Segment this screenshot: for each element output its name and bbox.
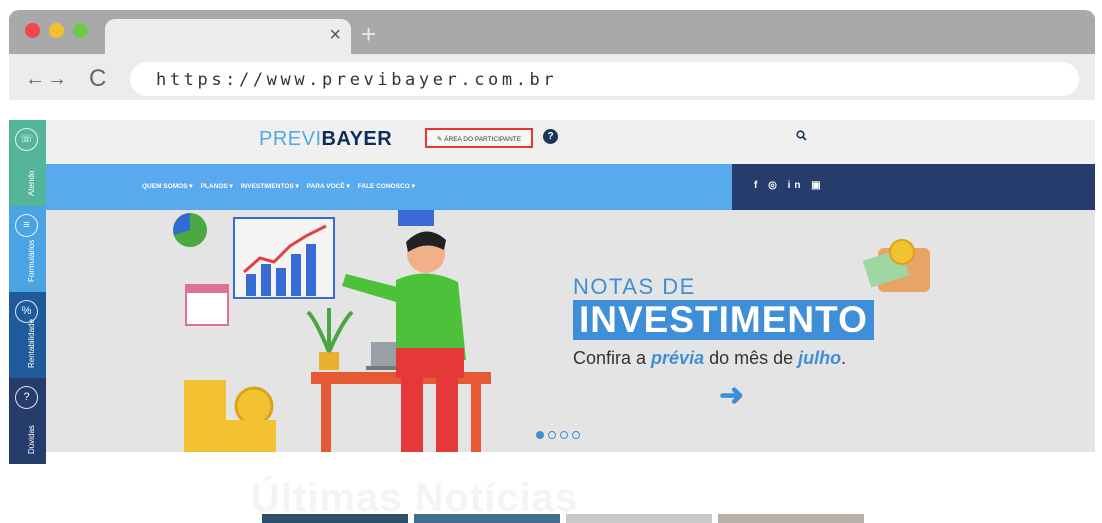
subtitle-part1: Confira a [573, 348, 652, 368]
logo-part2: BAYER [321, 128, 393, 150]
sidebar-item-label: Formulários [27, 239, 36, 282]
hero-banner[interactable]: NOTAS DE INVESTIMENTO Confira a prévia d… [46, 210, 1095, 452]
hero-illustration [173, 210, 930, 452]
hero-line2: INVESTIMENTO [573, 300, 874, 340]
browser-window: × + ←→ C https://www.previbayer.com.br [9, 10, 1095, 100]
subtitle-part3: . [841, 348, 847, 368]
news-thumbnail[interactable] [414, 514, 560, 523]
url-text[interactable]: https://www.previbayer.com.br [156, 70, 557, 90]
side-menu: ☏ Atendo ≡ Formulários % Rentabilidade ?… [9, 120, 46, 464]
nav-item-quem-somos[interactable]: QUEM SOMOS ▾ [142, 182, 193, 190]
nav-menu: QUEM SOMOS ▾ PLANOS ▾ INVESTIMENTOS ▾ PA… [142, 182, 415, 190]
site-header: PREVIBAYER ✎ ÁREA DO PARTICIPANTE ? [46, 120, 1095, 166]
carousel-dot[interactable] [548, 431, 556, 439]
sidebar-item-label: Rentabilidade [27, 319, 36, 368]
logo-part1: PREVI [259, 128, 322, 150]
subtitle-emphasis1: prévia [651, 348, 705, 368]
maximize-window-button[interactable] [73, 23, 88, 38]
arrow-right-icon[interactable]: ➜ [719, 378, 744, 413]
browser-tab[interactable]: × [105, 19, 351, 54]
subtitle-part2: do mês de [704, 348, 799, 368]
sidebar-item-rentabilidade[interactable]: % Rentabilidade [9, 292, 46, 378]
main-nav: QUEM SOMOS ▾ PLANOS ▾ INVESTIMENTOS ▾ PA… [46, 164, 1095, 210]
hero-text: NOTAS DE INVESTIMENTO Confira a prévia d… [573, 274, 874, 369]
news-thumbnail[interactable] [566, 514, 712, 523]
web-page: ☏ Atendo ≡ Formulários % Rentabilidade ?… [9, 100, 1095, 523]
sidebar-item-duvidas[interactable]: ? Dúvidas [9, 378, 46, 464]
close-tab-icon[interactable]: × [329, 24, 341, 46]
question-icon: ? [15, 386, 38, 409]
close-window-button[interactable] [25, 23, 40, 38]
sidebar-item-label: Atendo [27, 170, 36, 196]
carousel-dot[interactable] [536, 431, 544, 439]
form-icon: ≡ [15, 214, 38, 237]
search-icon[interactable] [796, 129, 807, 144]
carousel-dot[interactable] [572, 431, 580, 439]
nav-item-investimentos[interactable]: INVESTIMENTOS ▾ [241, 182, 299, 190]
hero-line1: NOTAS DE [573, 274, 696, 299]
sidebar-item-label: Dúvidas [27, 425, 36, 454]
news-thumbnails [262, 514, 864, 523]
reload-icon[interactable]: C [89, 65, 106, 93]
minimize-window-button[interactable] [49, 23, 64, 38]
help-button[interactable]: ? [543, 129, 558, 144]
news-thumbnail[interactable] [718, 514, 864, 523]
nav-item-fale-conosco[interactable]: FALE CONOSCO ▾ [358, 182, 415, 190]
nav-item-para-voce[interactable]: PARA VOCÊ ▾ [307, 182, 350, 190]
nav-item-planos[interactable]: PLANOS ▾ [201, 182, 233, 190]
tab-strip: × + [9, 10, 1095, 54]
hero-subtitle: Confira a prévia do mês de julho. [573, 348, 874, 369]
participant-area-button[interactable]: ✎ ÁREA DO PARTICIPANTE [425, 128, 533, 148]
back-forward-arrows[interactable]: ←→ [25, 68, 69, 91]
news-thumbnail[interactable] [262, 514, 408, 523]
site-logo[interactable]: PREVIBAYER [259, 128, 392, 151]
sidebar-item-atendo[interactable]: ☏ Atendo [9, 120, 46, 206]
address-bar[interactable]: https://www.previbayer.com.br [130, 62, 1079, 96]
subtitle-emphasis2: julho [798, 348, 842, 368]
carousel-dots [536, 431, 580, 439]
phone-icon: ☏ [15, 128, 38, 151]
carousel-dot[interactable] [560, 431, 568, 439]
new-tab-button[interactable]: + [361, 21, 376, 47]
social-bar: f ◎ in ▣ [732, 164, 1095, 210]
sidebar-item-formularios[interactable]: ≡ Formulários [9, 206, 46, 292]
social-icons[interactable]: f ◎ in ▣ [754, 180, 825, 191]
